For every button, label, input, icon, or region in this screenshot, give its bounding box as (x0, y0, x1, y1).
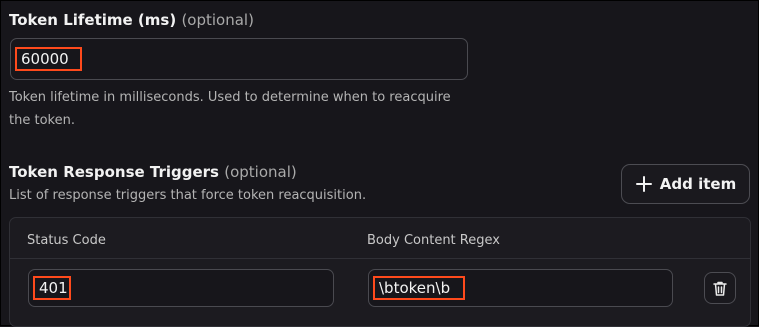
token-response-triggers-label: Token Response Triggers (optional) (9, 163, 297, 181)
delete-row-button[interactable] (704, 272, 736, 304)
add-item-button[interactable]: Add item (621, 164, 750, 204)
token-lifetime-help-line-2: the token. (9, 113, 75, 128)
token-response-triggers-title: Token Response Triggers (9, 163, 219, 181)
token-lifetime-input[interactable]: 60000 (10, 38, 468, 80)
token-settings-panel: Token Lifetime (ms) (optional) 60000 Tok… (0, 0, 759, 327)
token-lifetime-title: Token Lifetime (ms) (9, 11, 177, 29)
token-lifetime-help: Token lifetime in milliseconds. Used to … (9, 86, 469, 132)
optional-label: (optional) (181, 11, 254, 29)
body-content-regex-column-header: Body Content Regex (367, 233, 500, 248)
status-code-column-header: Status Code (27, 233, 106, 248)
token-lifetime-label: Token Lifetime (ms) (optional) (9, 11, 254, 29)
status-code-value: 401 (33, 276, 71, 300)
response-triggers-table: Status Code Body Content Regex 401 \btok… (9, 217, 751, 327)
optional-label: (optional) (224, 163, 297, 181)
token-response-triggers-help: List of response triggers that force tok… (9, 188, 367, 203)
plus-icon (635, 176, 652, 192)
add-item-label: Add item (659, 175, 737, 193)
trash-icon (713, 281, 727, 296)
token-lifetime-value: 60000 (15, 47, 82, 71)
status-code-input[interactable]: 401 (28, 269, 334, 307)
table-header-divider (10, 258, 750, 259)
body-content-regex-input[interactable]: \btoken\b (368, 269, 673, 307)
token-lifetime-help-line-1: Token lifetime in milliseconds. Used to … (9, 90, 451, 105)
body-content-regex-value: \btoken\b (373, 276, 465, 300)
